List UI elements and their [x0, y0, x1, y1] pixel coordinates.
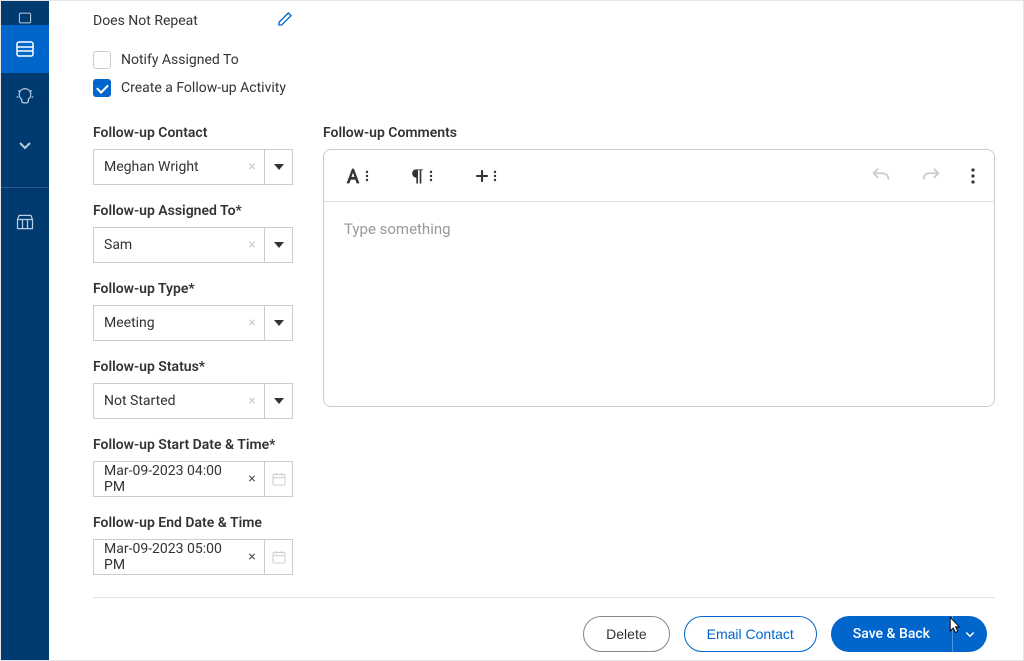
chevron-down-icon[interactable] — [264, 306, 292, 340]
contact-value: Meghan Wright — [94, 159, 240, 175]
followup-checkbox-row[interactable]: Create a Follow-up Activity — [93, 79, 995, 97]
clear-icon[interactable]: × — [240, 471, 264, 487]
assigned-select[interactable]: Sam × — [93, 227, 293, 263]
calendar-icon[interactable] — [264, 462, 292, 496]
start-label: Follow-up Start Date & Time* — [93, 437, 293, 453]
calendar-icon[interactable] — [264, 540, 292, 574]
delete-button[interactable]: Delete — [583, 616, 669, 652]
chevron-down-icon[interactable] — [264, 228, 292, 262]
contact-select[interactable]: Meghan Wright × — [93, 149, 293, 185]
notify-label: Notify Assigned To — [121, 52, 239, 68]
contact-label: Follow-up Contact — [93, 125, 293, 141]
clear-icon[interactable]: × — [240, 549, 264, 565]
redo-icon[interactable] — [920, 165, 942, 187]
email-contact-button[interactable]: Email Contact — [684, 616, 817, 652]
form-left-column: Follow-up Contact Meghan Wright × Follow… — [93, 125, 293, 593]
paragraph-format-icon[interactable] — [408, 166, 434, 186]
more-icon[interactable] — [970, 167, 976, 185]
app-frame: Does Not Repeat Notify Assigned To Creat… — [0, 0, 1024, 661]
form-columns: Follow-up Contact Meghan Wright × Follow… — [93, 125, 995, 593]
repeat-label: Does Not Repeat — [93, 13, 198, 29]
sidebar-divider — [1, 187, 49, 188]
nav-item-list[interactable] — [1, 25, 49, 73]
assigned-label: Follow-up Assigned To* — [93, 203, 293, 219]
type-value: Meeting — [94, 315, 240, 331]
end-datetime-input[interactable]: Mar-09-2023 05:00 PM × — [93, 539, 293, 575]
text-format-icon[interactable] — [342, 165, 370, 187]
save-back-button[interactable]: Save & Back — [831, 616, 952, 652]
footer-actions: Delete Email Contact Save & Back — [93, 598, 995, 652]
notify-checkbox-row[interactable]: Notify Assigned To — [93, 51, 995, 69]
save-dropdown-button[interactable] — [953, 616, 987, 652]
status-select[interactable]: Not Started × — [93, 383, 293, 419]
comments-label: Follow-up Comments — [323, 125, 995, 141]
clear-icon[interactable]: × — [240, 237, 264, 253]
repeat-row: Does Not Repeat — [93, 11, 293, 31]
pencil-icon[interactable] — [277, 11, 293, 31]
clear-icon[interactable]: × — [240, 159, 264, 175]
undo-icon[interactable] — [870, 165, 892, 187]
status-value: Not Started — [94, 393, 240, 409]
start-value: Mar-09-2023 04:00 PM — [94, 463, 240, 495]
type-label: Follow-up Type* — [93, 281, 293, 297]
start-datetime-input[interactable]: Mar-09-2023 04:00 PM × — [93, 461, 293, 497]
assigned-value: Sam — [94, 237, 240, 253]
chevron-down-icon[interactable] — [264, 150, 292, 184]
clear-icon[interactable]: × — [240, 315, 264, 331]
form-right-column: Follow-up Comments — [323, 125, 995, 593]
save-back-split-button: Save & Back — [831, 616, 987, 652]
editor-placeholder: Type something — [344, 220, 451, 238]
checkbox-checked-icon[interactable] — [93, 79, 111, 97]
checkbox-unchecked-icon[interactable] — [93, 51, 111, 69]
editor-textarea[interactable]: Type something — [324, 202, 994, 406]
nav-item-top[interactable] — [1, 1, 49, 25]
main-content: Does Not Repeat Notify Assigned To Creat… — [49, 1, 1023, 660]
nav-item-expand[interactable] — [1, 121, 49, 169]
nav-item-ideas[interactable] — [1, 73, 49, 121]
status-label: Follow-up Status* — [93, 359, 293, 375]
editor-toolbar — [324, 150, 994, 202]
type-select[interactable]: Meeting × — [93, 305, 293, 341]
nav-item-store[interactable] — [1, 198, 49, 246]
end-value: Mar-09-2023 05:00 PM — [94, 541, 240, 573]
end-label: Follow-up End Date & Time — [93, 515, 293, 531]
chevron-down-icon[interactable] — [264, 384, 292, 418]
nav-sidebar — [1, 1, 49, 660]
insert-icon[interactable] — [472, 166, 498, 186]
rich-text-editor: Type something — [323, 149, 995, 407]
followup-label: Create a Follow-up Activity — [121, 80, 286, 96]
clear-icon[interactable]: × — [240, 393, 264, 409]
